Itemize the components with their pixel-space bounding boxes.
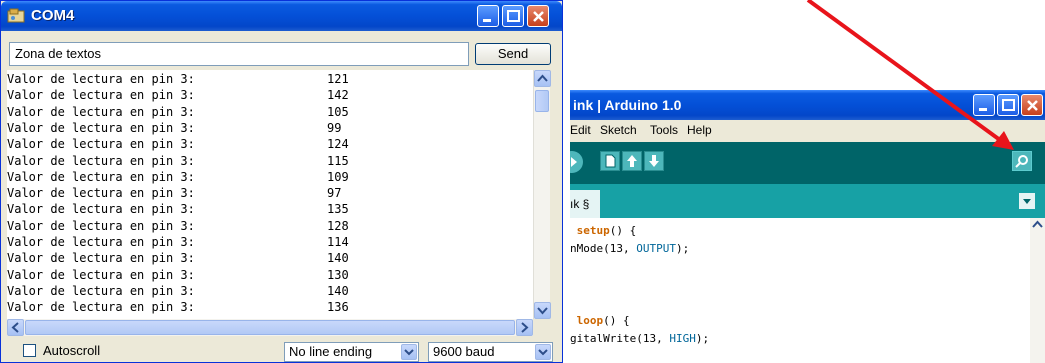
red-arrow-annotation xyxy=(806,0,1014,150)
desktop: COM4 Zona de textos Send Valor de lectur… xyxy=(0,0,1045,363)
